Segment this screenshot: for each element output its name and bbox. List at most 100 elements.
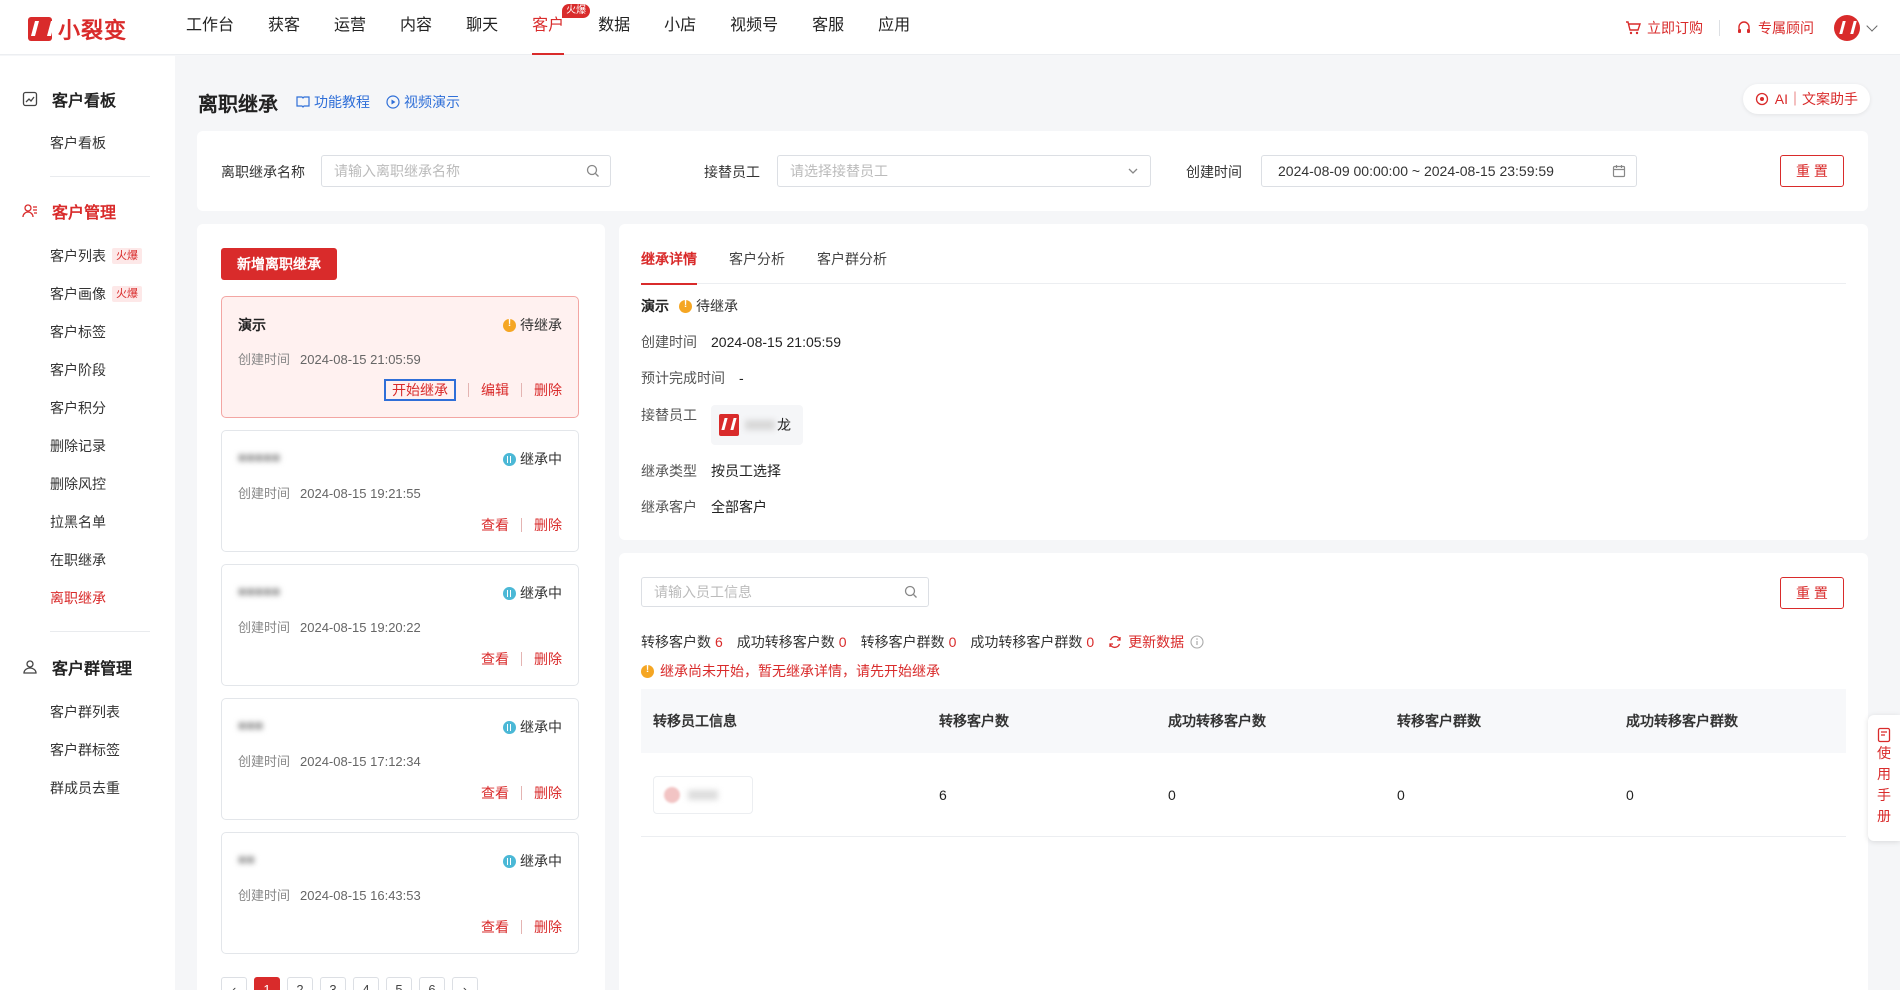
entry-actions: 查看 删除	[481, 917, 562, 937]
entry-actions: 查看 删除	[481, 783, 562, 803]
tab-customer-analysis[interactable]: 客户分析	[729, 248, 785, 284]
app-logo-text: 小裂变	[58, 18, 128, 43]
nav-operations[interactable]: 运营	[334, 0, 366, 55]
name-search-input[interactable]: 请输入离职继承名称	[321, 155, 611, 187]
chevron-down-icon[interactable]	[1866, 19, 1878, 32]
stat-label: 转移客户数	[641, 634, 711, 650]
column-header: 转移员工信息	[653, 713, 737, 729]
pause-icon	[503, 586, 516, 600]
next-page-button[interactable]: ›	[452, 977, 478, 990]
tab-inherit-detail[interactable]: 继承详情	[641, 248, 697, 285]
ai-copywriter-button[interactable]: AI｜文案助手	[1742, 84, 1870, 114]
filter-reset-button[interactable]: 重 置	[1780, 155, 1844, 187]
sidebar-item-customer-portrait[interactable]: 客户画像 火爆	[50, 284, 142, 304]
status-badge: 继承中	[503, 583, 562, 603]
list-item[interactable]: ■■■■■ 继承中 创建时间 2024-08-15 19:20:22 查看 删除	[221, 564, 579, 686]
app-logo[interactable]: 小裂变	[28, 13, 127, 45]
page-button-5[interactable]: 5	[386, 977, 412, 990]
prev-page-button[interactable]: ‹	[221, 977, 247, 990]
sidebar-group-dashboard[interactable]: 客户看板	[0, 87, 116, 111]
sidebar-item-onjob-inherit[interactable]: 在职继承	[50, 550, 106, 570]
list-item[interactable]: ■■■ 继承中 创建时间 2024-08-15 17:12:34 查看 删除	[221, 698, 579, 820]
sidebar-item-delete-records[interactable]: 删除记录	[50, 436, 106, 456]
delete-button[interactable]: 删除	[534, 649, 562, 669]
sidebar-item-member-dedup[interactable]: 群成员去重	[50, 778, 120, 798]
page-button-6[interactable]: 6	[419, 977, 445, 990]
table-cell	[641, 775, 927, 814]
sidebar-item-dashboard[interactable]: 客户看板	[50, 133, 106, 153]
date-range-picker[interactable]: 2024-08-09 00:00:00 ~ 2024-08-15 23:59:5…	[1261, 155, 1637, 187]
sidebar-item-resign-inherit[interactable]: 离职继承	[50, 588, 106, 608]
view-button[interactable]: 查看	[481, 783, 509, 803]
list-item[interactable]: ■■ 继承中 创建时间 2024-08-15 16:43:53 查看 删除	[221, 832, 579, 954]
nav-apps[interactable]: 应用	[878, 0, 910, 55]
employee-search-input[interactable]: 请输入员工信息	[641, 577, 929, 607]
employee-select[interactable]: 请选择接替员工	[777, 155, 1151, 187]
nav-content[interactable]: 内容	[400, 0, 432, 55]
edit-button[interactable]: 编辑	[481, 380, 509, 400]
nav-shop[interactable]: 小店	[664, 0, 696, 55]
nav-workbench[interactable]: 工作台	[186, 0, 234, 55]
detail-employee-row: 接替员工 龙	[641, 405, 803, 445]
sidebar-item-group-tags[interactable]: 客户群标签	[50, 740, 120, 760]
sidebar-item-group-list[interactable]: 客户群列表	[50, 702, 120, 722]
entry-created-time: 创建时间 2024-08-15 19:20:22	[238, 617, 421, 636]
list-item[interactable]: 演示 待继承 创建时间 2024-08-15 21:05:59 开始继承 编辑 删…	[221, 296, 579, 418]
detail-customers-value: 全部客户	[711, 499, 767, 515]
video-link[interactable]: 视频演示	[386, 92, 460, 112]
warning-text: 继承尚未开始，暂无继承详情，请先开始继承	[660, 663, 940, 679]
tutorial-link[interactable]: 功能教程	[296, 92, 370, 112]
detail-type-row: 继承类型 按员工选择	[641, 461, 781, 481]
employee-name: 龙	[777, 417, 791, 433]
page-button-2[interactable]: 2	[287, 977, 313, 990]
delete-button[interactable]: 删除	[534, 917, 562, 937]
page-button-1[interactable]: 1	[254, 977, 280, 990]
topbar-divider	[1719, 19, 1720, 36]
nav-data[interactable]: 数据	[598, 0, 630, 55]
sidebar-group-customer-management[interactable]: 客户管理	[0, 199, 116, 223]
nav-service[interactable]: 客服	[812, 0, 844, 55]
nav-channels[interactable]: 视频号	[730, 0, 778, 55]
list-item[interactable]: ■■■■■ 继承中 创建时间 2024-08-15 19:21:55 查看 删除	[221, 430, 579, 552]
nav-acquire[interactable]: 获客	[268, 0, 300, 55]
nav-chat[interactable]: 聊天	[466, 0, 498, 55]
book-icon	[296, 96, 310, 108]
delete-button[interactable]: 删除	[534, 515, 562, 535]
stat-success-groups: 成功转移客户群数 0	[970, 632, 1094, 652]
view-button[interactable]: 查看	[481, 515, 509, 535]
tab-group-analysis[interactable]: 客户群分析	[817, 248, 887, 284]
page-button-3[interactable]: 3	[320, 977, 346, 990]
sidebar-item-delete-risk[interactable]: 删除风控	[50, 474, 106, 494]
delete-button[interactable]: 删除	[534, 380, 562, 400]
sidebar-item-blacklist[interactable]: 拉黑名单	[50, 512, 106, 532]
start-inherit-button[interactable]: 开始继承	[384, 379, 456, 401]
info-icon[interactable]	[1190, 635, 1204, 649]
status-text: 待继承	[520, 317, 562, 333]
employee-chip[interactable]: 龙	[711, 405, 803, 445]
view-button[interactable]: 查看	[481, 917, 509, 937]
sidebar-item-customer-list[interactable]: 客户列表 火爆	[50, 246, 142, 266]
view-button[interactable]: 查看	[481, 649, 509, 669]
advisor-link[interactable]: 专属顾问	[1736, 18, 1814, 38]
detail-eta-row: 预计完成时间 -	[641, 368, 744, 388]
sidebar-item-label: 客户列表	[50, 248, 106, 264]
refresh-data-button[interactable]: 更新数据	[1108, 632, 1184, 652]
sidebar-item-customer-stage[interactable]: 客户阶段	[50, 360, 106, 380]
delete-button[interactable]: 删除	[534, 783, 562, 803]
sidebar-group-group-management[interactable]: 客户群管理	[0, 655, 132, 679]
user-avatar[interactable]	[1834, 14, 1860, 41]
sidebar-item-customer-tags[interactable]: 客户标签	[50, 322, 106, 342]
page-button-4[interactable]: 4	[353, 977, 379, 990]
user-manual-tab[interactable]: 使 用 手 册	[1868, 715, 1900, 841]
transfer-stats-panel: 请输入员工信息 重 置 转移客户数 6 成功转移客户数 0 转移客户群数 0 成功转移…	[619, 553, 1868, 990]
action-divider	[468, 383, 469, 397]
add-inherit-button[interactable]: 新增离职继承	[221, 248, 337, 280]
pause-icon	[503, 720, 516, 734]
action-divider	[521, 518, 522, 532]
sidebar-group-label: 客户看板	[52, 93, 117, 110]
sidebar-item-customer-points[interactable]: 客户积分	[50, 398, 106, 418]
stats-reset-button[interactable]: 重 置	[1780, 577, 1844, 609]
employee-tag[interactable]	[653, 775, 753, 814]
order-link[interactable]: 立即订购	[1625, 18, 1703, 38]
nav-customer[interactable]: 客户 火爆	[532, 0, 591, 55]
